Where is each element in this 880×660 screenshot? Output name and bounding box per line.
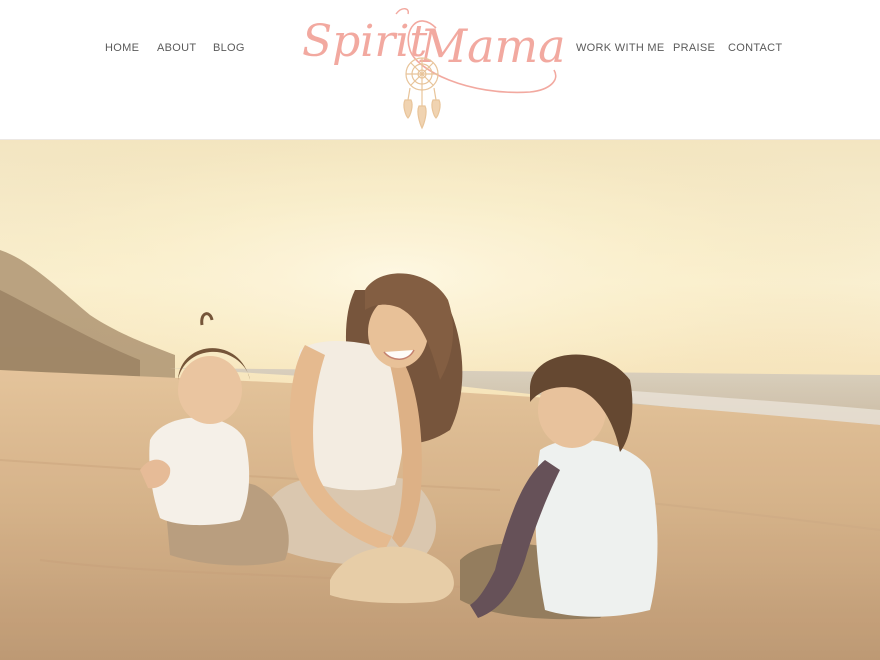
nav-contact-link[interactable]: CONTACT bbox=[728, 41, 782, 55]
logo-word-mama: Mama bbox=[419, 19, 566, 73]
nav-work-with-me-link[interactable]: WORK WITH ME bbox=[576, 41, 665, 55]
site-logo[interactable]: Spirit Mama bbox=[298, 0, 576, 134]
nav-about-link[interactable]: ABOUT bbox=[157, 41, 196, 55]
nav-home-link[interactable]: HOME bbox=[105, 41, 139, 55]
nav-blog-link[interactable]: BLOG bbox=[213, 41, 245, 55]
site-header: HOME ABOUT BLOG Spirit Mama WORK WITH ME… bbox=[0, 0, 880, 140]
nav-praise-link[interactable]: PRAISE bbox=[673, 41, 715, 55]
hero-image bbox=[0, 140, 880, 660]
hero-photo bbox=[0, 140, 880, 660]
